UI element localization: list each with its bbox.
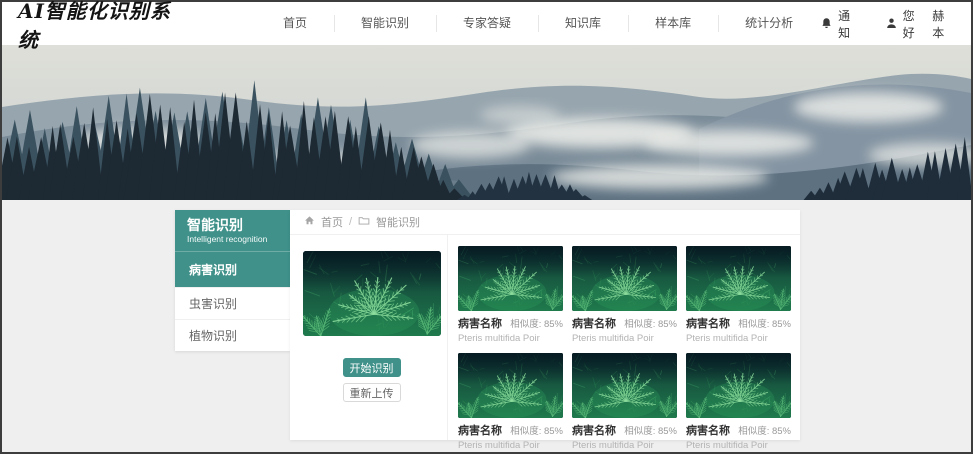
breadcrumb-current[interactable]: 智能识别 <box>376 214 420 230</box>
nav-item-recognition[interactable]: 智能识别 <box>334 2 436 45</box>
disease-name: 病害名称 <box>686 315 730 331</box>
similarity-text: 相似度: 85% <box>510 316 563 330</box>
result-card[interactable]: 病害名称 相似度: 85% Pteris multifida Poir <box>572 353 677 451</box>
latin-name: Pteris multifida Poir <box>572 333 677 344</box>
similarity-text: 相似度: 85% <box>738 423 791 437</box>
result-title-row: 病害名称 相似度: 85% <box>458 422 563 438</box>
notification-button[interactable]: 通知 <box>820 7 861 41</box>
similarity-label: 相似度: <box>624 426 655 437</box>
app-logo[interactable]: AI智能化识别系统 <box>18 0 178 53</box>
main-panel: 首页 / 智能识别 开始识别 重新上传 病害名称 相似度: 85% <box>290 210 800 440</box>
username-label: 赫本 <box>932 7 955 41</box>
similarity-label: 相似度: <box>624 319 655 330</box>
nav-item-sample-library[interactable]: 样本库 <box>628 2 718 45</box>
similarity-label: 相似度: <box>510 426 541 437</box>
latin-name: Pteris multifida Poir <box>686 333 791 344</box>
breadcrumb-separator: / <box>349 216 352 228</box>
breadcrumb-home[interactable]: 首页 <box>321 214 343 230</box>
bell-icon <box>820 17 833 30</box>
home-icon <box>304 215 315 229</box>
content-area: 智能识别 Intelligent recognition 病害识别 虫害识别 植… <box>2 200 971 452</box>
latin-name: Pteris multifida Poir <box>458 440 563 451</box>
start-recognition-button[interactable]: 开始识别 <box>343 358 401 377</box>
user-menu[interactable]: 您好 赫本 <box>885 7 955 41</box>
result-title-row: 病害名称 相似度: 85% <box>572 422 677 438</box>
sidebar-subtitle: Intelligent recognition <box>187 234 278 245</box>
similarity-label: 相似度: <box>738 426 769 437</box>
sidebar-item-pest-recognition[interactable]: 虫害识别 <box>175 287 290 319</box>
similarity-value: 85% <box>772 319 791 330</box>
similarity-text: 相似度: 85% <box>510 423 563 437</box>
disease-name: 病害名称 <box>458 422 502 438</box>
similarity-value: 85% <box>544 426 563 437</box>
similarity-label: 相似度: <box>738 319 769 330</box>
sidebar-header: 智能识别 Intelligent recognition <box>175 210 290 251</box>
reupload-button[interactable]: 重新上传 <box>343 383 401 402</box>
navbar-right: 通知 您好 赫本 <box>820 7 955 41</box>
hero-banner-image <box>2 45 971 200</box>
user-greeting: 您好 赫本 <box>903 7 955 41</box>
result-image <box>458 353 563 418</box>
result-image <box>572 353 677 418</box>
similarity-value: 85% <box>658 426 677 437</box>
user-icon <box>885 17 898 30</box>
sidebar-item-plant-recognition[interactable]: 植物识别 <box>175 319 290 351</box>
latin-name: Pteris multifida Poir <box>572 440 677 451</box>
latin-name: Pteris multifida Poir <box>458 333 563 344</box>
latin-name: Pteris multifida Poir <box>686 440 791 451</box>
result-image <box>686 246 791 311</box>
folder-icon <box>358 215 370 229</box>
similarity-label: 相似度: <box>510 319 541 330</box>
panel-body: 开始识别 重新上传 病害名称 相似度: 85% Pteris multifida… <box>290 235 800 440</box>
sidebar: 智能识别 Intelligent recognition 病害识别 虫害识别 植… <box>175 210 290 351</box>
nav-item-home[interactable]: 首页 <box>256 2 334 45</box>
main-menu: 首页 智能识别 专家答疑 知识库 样本库 统计分析 <box>256 2 820 45</box>
result-card[interactable]: 病害名称 相似度: 85% Pteris multifida Poir <box>686 353 791 451</box>
breadcrumb: 首页 / 智能识别 <box>290 210 800 235</box>
top-navbar: AI智能化识别系统 首页 智能识别 专家答疑 知识库 样本库 统计分析 通知 您… <box>2 2 971 45</box>
similarity-text: 相似度: 85% <box>738 316 791 330</box>
result-image <box>572 246 677 311</box>
disease-name: 病害名称 <box>572 315 616 331</box>
result-card[interactable]: 病害名称 相似度: 85% Pteris multifida Poir <box>458 246 563 344</box>
similarity-value: 85% <box>544 319 563 330</box>
nav-item-expert-qa[interactable]: 专家答疑 <box>436 2 538 45</box>
result-image <box>458 246 563 311</box>
sidebar-item-disease-recognition[interactable]: 病害识别 <box>175 251 290 287</box>
result-card[interactable]: 病害名称 相似度: 85% Pteris multifida Poir <box>686 246 791 344</box>
greeting-label: 您好 <box>903 7 926 41</box>
results-grid: 病害名称 相似度: 85% Pteris multifida Poir 病害名称… <box>448 235 801 440</box>
similarity-value: 85% <box>772 426 791 437</box>
result-image <box>686 353 791 418</box>
result-card[interactable]: 病害名称 相似度: 85% Pteris multifida Poir <box>458 353 563 451</box>
result-card[interactable]: 病害名称 相似度: 85% Pteris multifida Poir <box>572 246 677 344</box>
uploaded-image-preview <box>303 251 441 336</box>
nav-item-statistics[interactable]: 统计分析 <box>718 2 820 45</box>
upload-column: 开始识别 重新上传 <box>290 235 448 440</box>
similarity-text: 相似度: 85% <box>624 316 677 330</box>
result-title-row: 病害名称 相似度: 85% <box>572 315 677 331</box>
disease-name: 病害名称 <box>458 315 502 331</box>
disease-name: 病害名称 <box>572 422 616 438</box>
app-window: { "app": { "title": "AI智能化识别系统" }, "nav"… <box>0 0 973 454</box>
nav-item-knowledge-base[interactable]: 知识库 <box>538 2 628 45</box>
similarity-value: 85% <box>658 319 677 330</box>
notification-label: 通知 <box>838 7 861 41</box>
sidebar-title: 智能识别 <box>187 217 278 234</box>
result-title-row: 病害名称 相似度: 85% <box>686 422 791 438</box>
disease-name: 病害名称 <box>686 422 730 438</box>
result-title-row: 病害名称 相似度: 85% <box>458 315 563 331</box>
similarity-text: 相似度: 85% <box>624 423 677 437</box>
result-title-row: 病害名称 相似度: 85% <box>686 315 791 331</box>
